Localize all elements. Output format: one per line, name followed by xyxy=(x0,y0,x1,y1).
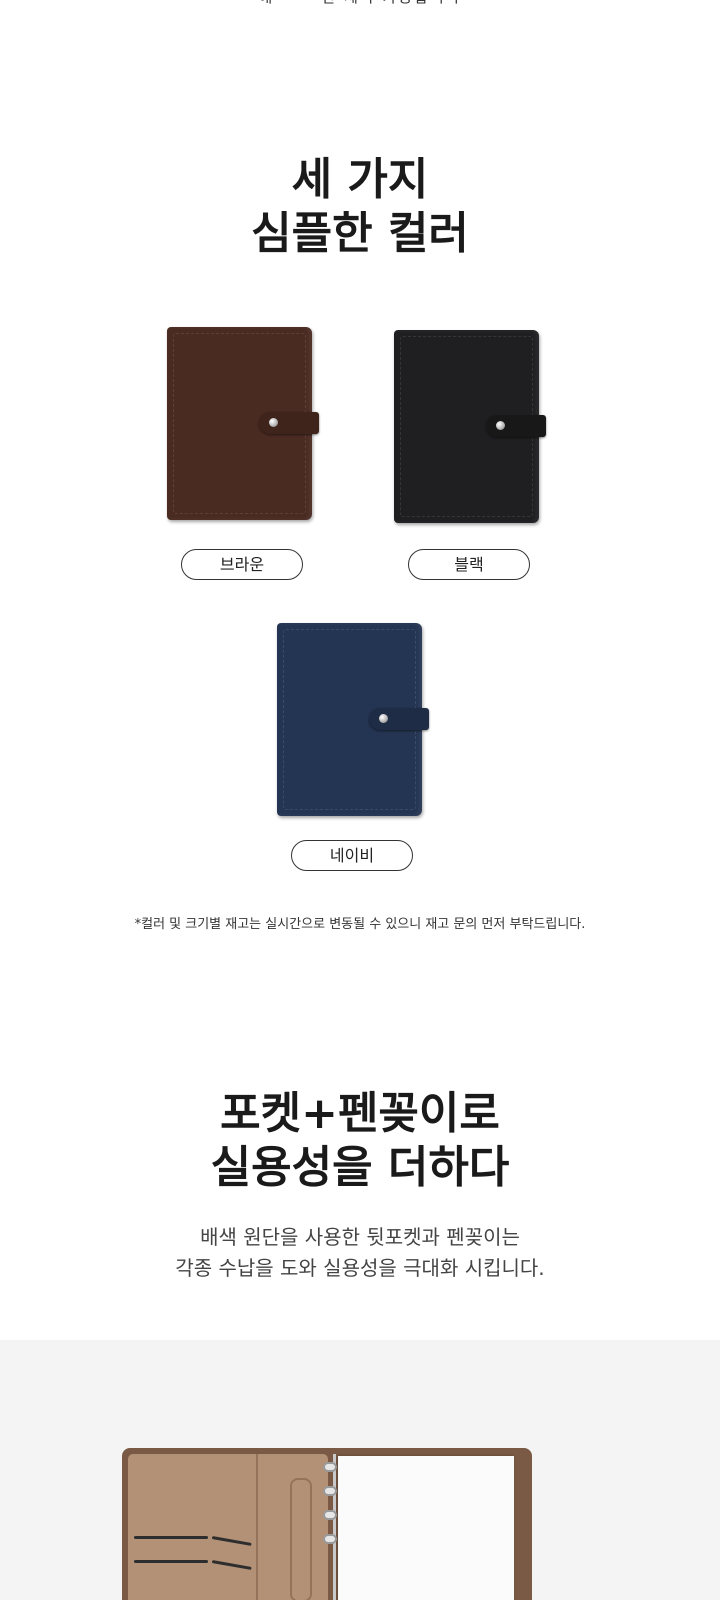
card-slot-line xyxy=(134,1536,208,1539)
card-slot-line xyxy=(211,1560,252,1570)
pocket-section-title: 포켓+펜꽂이로 실용성을 더하다 xyxy=(0,1087,720,1195)
card-slot-line xyxy=(211,1536,252,1546)
snap-button-icon xyxy=(379,714,388,723)
colors-title-line-1: 세 가지 xyxy=(291,154,429,205)
ring-icon xyxy=(323,1534,337,1544)
brown-strap xyxy=(259,412,319,434)
paper-refill xyxy=(338,1456,514,1600)
color-option-black[interactable]: 블랙 xyxy=(408,549,530,580)
color-option-navy[interactable]: 네이비 xyxy=(291,840,413,871)
pocket-desc-line-2: 각종 수납을 도와 실용성을 극대화 시킵니다. xyxy=(175,1256,545,1280)
pocket-description: 배색 원단을 사용한 뒷포켓과 펜꽂이는 각종 수납을 도와 실용성을 극대화 … xyxy=(0,1222,720,1284)
navy-notebook-image xyxy=(277,623,429,816)
pocket-desc-line-1: 배색 원단을 사용한 뒷포켓과 펜꽂이는 xyxy=(200,1225,520,1249)
black-strap xyxy=(486,415,546,437)
ring-icon xyxy=(323,1462,337,1472)
ring-icon xyxy=(323,1510,337,1520)
panel-seam xyxy=(256,1454,258,1600)
card-slot-line xyxy=(134,1560,208,1563)
stock-note: *컬러 및 크기별 재고는 실시간으로 변동될 수 있으니 재고 문의 먼저 부… xyxy=(134,917,586,932)
open-binder-photo xyxy=(0,1340,720,1600)
clipped-top-text: 해 · · · 한 제작 가능합니다 xyxy=(0,0,720,8)
binder-rings xyxy=(323,1458,337,1600)
pocket-title-line-2: 실용성을 더하다 xyxy=(210,1142,510,1193)
colors-title-line-2: 심플한 컬러 xyxy=(251,208,469,259)
pen-holder-slot xyxy=(290,1478,312,1600)
black-notebook-image xyxy=(394,330,546,523)
colors-section-title: 세 가지 심플한 컬러 xyxy=(0,153,720,261)
ring-icon xyxy=(323,1486,337,1496)
brown-notebook-image xyxy=(167,327,319,520)
color-option-brown[interactable]: 브라운 xyxy=(181,549,303,580)
snap-button-icon xyxy=(269,418,278,427)
pocket-title-line-1: 포켓+펜꽂이로 xyxy=(220,1088,500,1139)
snap-button-icon xyxy=(496,421,505,430)
navy-strap xyxy=(369,708,429,730)
